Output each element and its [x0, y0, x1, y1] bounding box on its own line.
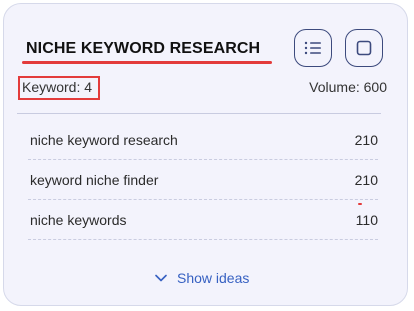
keyword-text: niche keywords [30, 212, 127, 228]
chevron-down-icon [155, 274, 167, 282]
keyword-row[interactable]: niche keywords 110 [28, 200, 378, 240]
keyword-count: Keyword: 4 [22, 79, 93, 95]
keyword-text: niche keyword research [30, 132, 178, 148]
keyword-volume: 210 [354, 132, 378, 148]
list-icon [304, 41, 321, 55]
select-checkbox-button[interactable] [345, 29, 383, 67]
keyword-text: keyword niche finder [30, 172, 159, 188]
keyword-list: niche keyword research 210 keyword niche… [28, 120, 378, 240]
keyword-row[interactable]: niche keyword research 210 [28, 120, 378, 160]
header-divider [17, 113, 381, 114]
keyword-row[interactable]: keyword niche finder 210 [28, 160, 378, 200]
list-view-button[interactable] [294, 29, 332, 67]
show-ideas-button[interactable]: Show ideas [155, 270, 249, 286]
total-volume: Volume: 600 [309, 79, 387, 95]
square-icon [356, 40, 372, 56]
keyword-volume: 110 [355, 212, 378, 228]
card-title: NICHE KEYWORD RESEARCH [26, 40, 261, 57]
show-ideas-label: Show ideas [177, 270, 250, 286]
annotation-mark [358, 203, 362, 205]
title-highlight-underline [22, 61, 272, 64]
keyword-volume: 210 [354, 172, 378, 188]
